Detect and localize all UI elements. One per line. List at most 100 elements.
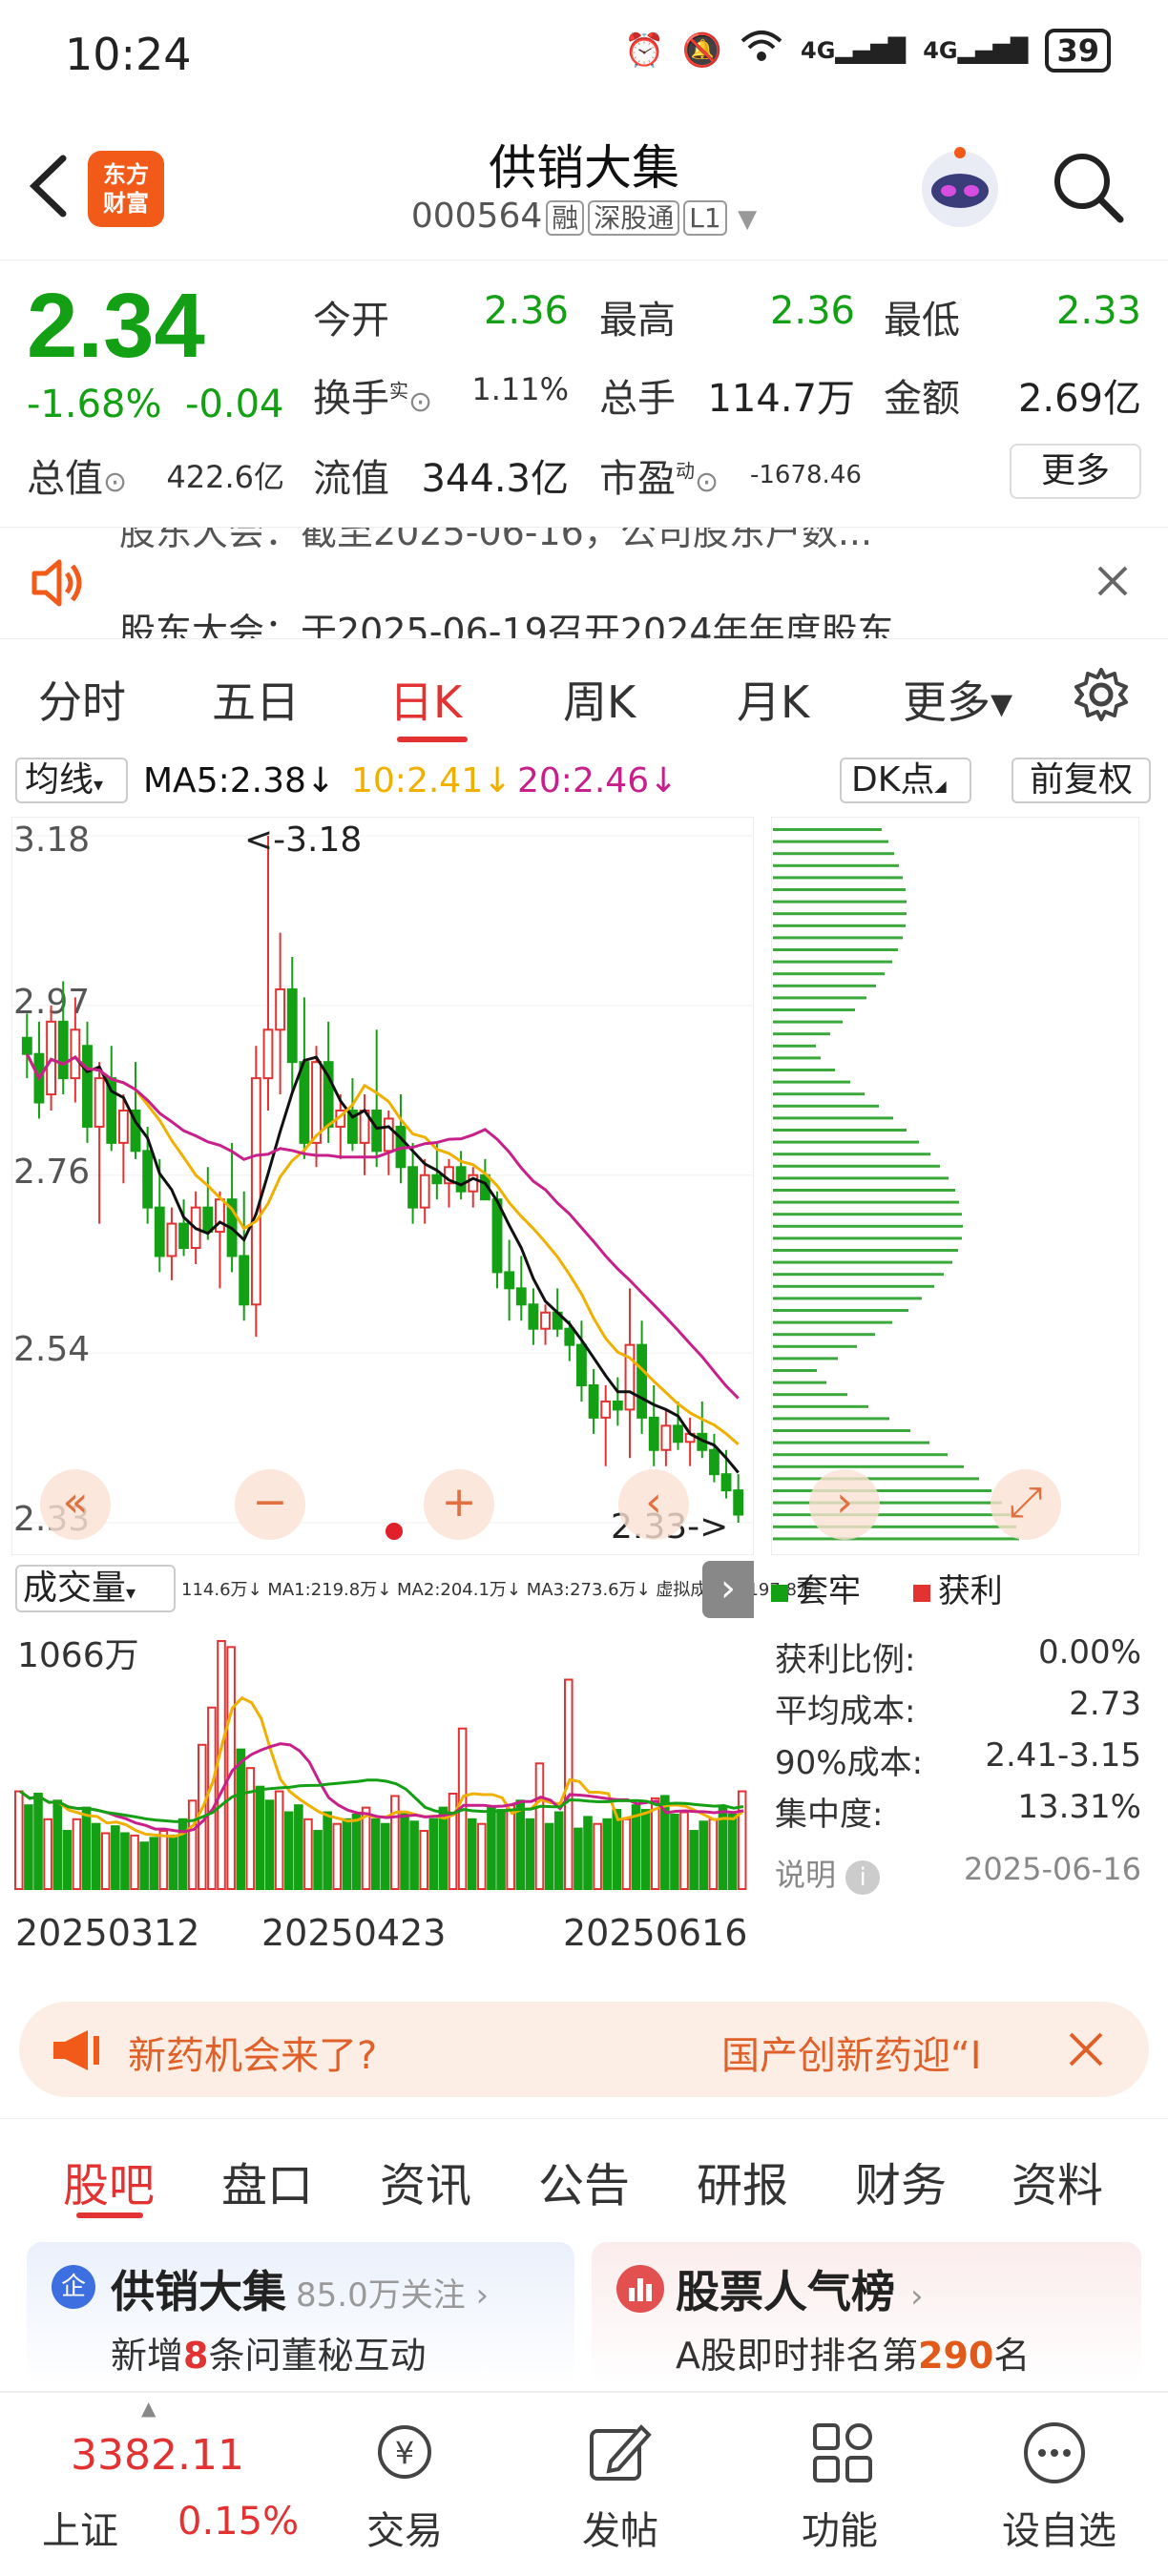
candle-body <box>250 1077 261 1306</box>
tag-connect: 深股通 <box>588 200 680 236</box>
volume-bar <box>62 1830 73 1890</box>
index-name[interactable]: 上证 <box>42 2500 118 2555</box>
nav-trade[interactable]: 交易 <box>366 2500 443 2555</box>
tab-profile[interactable]: 资料 <box>1012 2148 1103 2214</box>
volume-bar <box>515 1799 526 1891</box>
gear-icon[interactable] <box>1073 666 1130 727</box>
nav-post[interactable]: 发帖 <box>582 2500 658 2555</box>
index-value[interactable]: 3382.11 <box>71 2431 244 2480</box>
volume-bar <box>139 1841 149 1890</box>
card-interaction-text: 新增8条问董秘互动 <box>111 2335 427 2377</box>
index-change[interactable]: 0.15% <box>177 2500 299 2544</box>
tab-finance[interactable]: 财务 <box>855 2148 947 2214</box>
assistant-robot-icon[interactable] <box>914 141 1006 233</box>
tab-weekly-k[interactable]: 周K <box>563 668 636 731</box>
chip-distribution-svg <box>770 816 1140 1556</box>
chip-bar <box>773 1297 922 1300</box>
card-stock-name: 供销大集 <box>111 2266 286 2317</box>
chip-bar <box>773 1189 955 1192</box>
popularity-card[interactable]: 股票人气榜 › A股即时排名第290名 <box>592 2242 1141 2385</box>
search-icon[interactable] <box>1050 149 1126 229</box>
scroll-left-button[interactable]: « <box>40 1469 111 1540</box>
stat-cost90: 90%成本: 2.41-3.15 <box>775 1736 1141 1782</box>
guba-card[interactable]: 企 供销大集 85.0万关注 › 新增8条问董秘互动 <box>27 2242 574 2385</box>
trade-icon[interactable]: ¥ <box>366 2420 443 2490</box>
tab-monthly-k[interactable]: 月K <box>737 668 809 731</box>
volume-bar <box>313 1830 323 1890</box>
close-icon[interactable] <box>1065 2028 1107 2074</box>
dropdown-icon[interactable]: ▼ <box>738 205 757 234</box>
announcement-bar[interactable]: 股东大会：截至2025-06-16，公司股东户数... 股东大会：于2025-0… <box>0 527 1168 639</box>
next-button[interactable]: › <box>809 1469 880 1540</box>
candle-body <box>431 1174 443 1185</box>
tab-more[interactable]: 更多▾ <box>903 668 1012 731</box>
status-bar: 10:24 ⏰ 🔕 4G▂▄▆█ 4G▂▄▆█ 39 <box>0 0 1168 114</box>
expand-icon[interactable]: ⤢ <box>991 1469 1061 1540</box>
tab-research[interactable]: 研报 <box>697 2148 788 2214</box>
tab-intraday[interactable]: 分时 <box>38 668 126 731</box>
tab-guba[interactable]: 股吧 <box>63 2148 155 2214</box>
tab-announcement[interactable]: 公告 <box>538 2148 630 2214</box>
edit-icon[interactable] <box>586 2420 653 2490</box>
candle-body <box>178 1222 189 1249</box>
prev-button[interactable]: ‹ <box>618 1469 689 1540</box>
collapse-arrow-icon[interactable]: › <box>702 1561 754 1618</box>
candle-body <box>371 1110 383 1153</box>
chip-bar <box>773 1224 963 1228</box>
chip-frame <box>770 816 1140 1556</box>
close-icon[interactable] <box>1094 562 1132 604</box>
candle-body <box>117 1110 129 1144</box>
info-icon: ⊙ <box>103 466 128 499</box>
candle-body <box>286 987 298 1064</box>
candle-body <box>588 1384 599 1419</box>
enterprise-icon: 企 <box>52 2265 95 2309</box>
stat-note[interactable]: 说明 i 2025-06-16 <box>775 1851 1141 1895</box>
y-tick-label: 2.76 <box>13 1153 90 1192</box>
ma20-value: 20:2.46↓ <box>517 761 678 800</box>
volume-label: 总手 <box>599 377 676 421</box>
mute-icon: 🔕 <box>681 31 722 70</box>
apps-icon[interactable] <box>809 2420 876 2490</box>
candle-body <box>262 1028 274 1080</box>
indicator-selector[interactable]: 均线▾ <box>15 758 128 803</box>
y-tick-label: 3.18 <box>13 821 90 860</box>
volume-bar <box>428 1818 439 1890</box>
volume-bar <box>120 1832 130 1890</box>
volume-bar <box>100 1832 111 1890</box>
change-pct: -1.68% <box>27 383 162 426</box>
volume-bar <box>14 1790 24 1890</box>
kline-chart[interactable]: 3.182.972.762.542.33<-3.182.33-> « − + ‹ <box>10 816 755 1556</box>
chip-bar <box>773 1284 934 1288</box>
chip-bar <box>773 1080 850 1084</box>
chip-legend: 套牢 获利 <box>771 1565 1139 1611</box>
volume-bar <box>33 1793 43 1890</box>
price-adjust-button[interactable]: 前复权 <box>1012 758 1151 803</box>
chip-bar <box>773 1020 843 1024</box>
tab-daily-k[interactable]: 日K <box>389 668 462 731</box>
low-label: 最低 <box>884 299 960 343</box>
chip-bar <box>773 1453 948 1457</box>
nav-watchlist[interactable]: 设自选 <box>1002 2500 1116 2555</box>
promo-banner[interactable]: 新药机会来了? 国产创新药迎“I <box>19 2002 1149 2097</box>
chip-bar <box>773 1525 1016 1528</box>
tab-pankou[interactable]: 盘口 <box>221 2148 313 2214</box>
volume-bar <box>419 1830 428 1890</box>
nav-function[interactable]: 功能 <box>802 2500 878 2555</box>
volume-bar <box>361 1806 371 1890</box>
candle-body <box>491 1198 503 1274</box>
chip-distribution: › ⤢ <box>770 816 1140 1556</box>
tab-news[interactable]: 资讯 <box>380 2148 471 2214</box>
tab-five-day[interactable]: 五日 <box>212 668 300 731</box>
zoom-out-button[interactable]: − <box>235 1469 305 1540</box>
volume-selector[interactable]: 成交量▾ <box>15 1565 176 1612</box>
volume-bar <box>236 1748 245 1890</box>
zoom-in-button[interactable]: + <box>424 1469 494 1540</box>
more-button[interactable]: 更多 <box>1010 444 1141 499</box>
dk-point-button[interactable]: DK点◢ <box>840 758 971 803</box>
chip-bar <box>773 1381 826 1384</box>
candle-body <box>504 1271 515 1290</box>
ma10-value: 10:2.41↓ <box>351 761 512 800</box>
change-value: -0.04 <box>185 383 284 426</box>
ma-legend-bar: 均线▾ MA5:2.38↓ 10:2.41↓ 20:2.46↓ DK点◢ 前复权 <box>0 754 1168 805</box>
more-dots-icon[interactable] <box>1021 2420 1088 2490</box>
